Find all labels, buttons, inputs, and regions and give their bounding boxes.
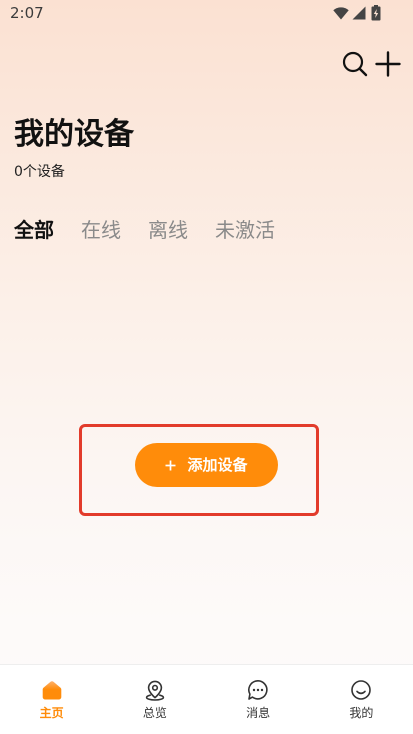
nav-item-overview[interactable]: 总览 <box>103 665 206 734</box>
nav-label-home: 主页 <box>39 706 64 720</box>
search-icon <box>342 51 368 77</box>
device-count: 0个设备 <box>14 164 65 180</box>
plus-icon <box>165 460 176 470</box>
add-device-header-button[interactable] <box>375 51 401 77</box>
add-device-button-label: 添加设备 <box>187 456 248 474</box>
smiley-face-icon <box>351 680 372 700</box>
nav-item-messages[interactable]: 消息 <box>207 665 310 734</box>
nav-label-profile: 我的 <box>349 706 374 720</box>
wifi-icon <box>333 7 349 20</box>
battery-charging-icon <box>371 5 381 21</box>
tab-inactive[interactable]: 未激活 <box>215 216 275 244</box>
nav-label-messages: 消息 <box>246 706 271 720</box>
nav-item-home[interactable]: 主页 <box>0 665 103 734</box>
tab-offline[interactable]: 离线 <box>148 216 188 244</box>
add-device-button[interactable]: 添加设备 <box>135 443 278 487</box>
nav-item-profile[interactable]: 我的 <box>310 665 413 734</box>
device-home-screen: { "status_bar": { "time": "2:07", "icons… <box>0 0 413 734</box>
page-title: 我的设备 <box>14 117 134 152</box>
nav-label-overview: 总览 <box>142 706 167 720</box>
plus-icon <box>375 51 401 77</box>
status-bar: 2:07 <box>0 0 413 28</box>
signal-icon <box>352 6 366 20</box>
chat-bubble-icon <box>248 680 268 700</box>
location-pin-icon <box>145 680 165 701</box>
bottom-nav: 主页 总览 消息 我的 <box>0 664 413 734</box>
tab-all[interactable]: 全部 <box>14 216 54 244</box>
tab-online[interactable]: 在线 <box>81 216 121 244</box>
status-time: 2:07 <box>10 4 44 22</box>
search-button[interactable] <box>342 51 368 77</box>
home-icon <box>42 681 61 700</box>
